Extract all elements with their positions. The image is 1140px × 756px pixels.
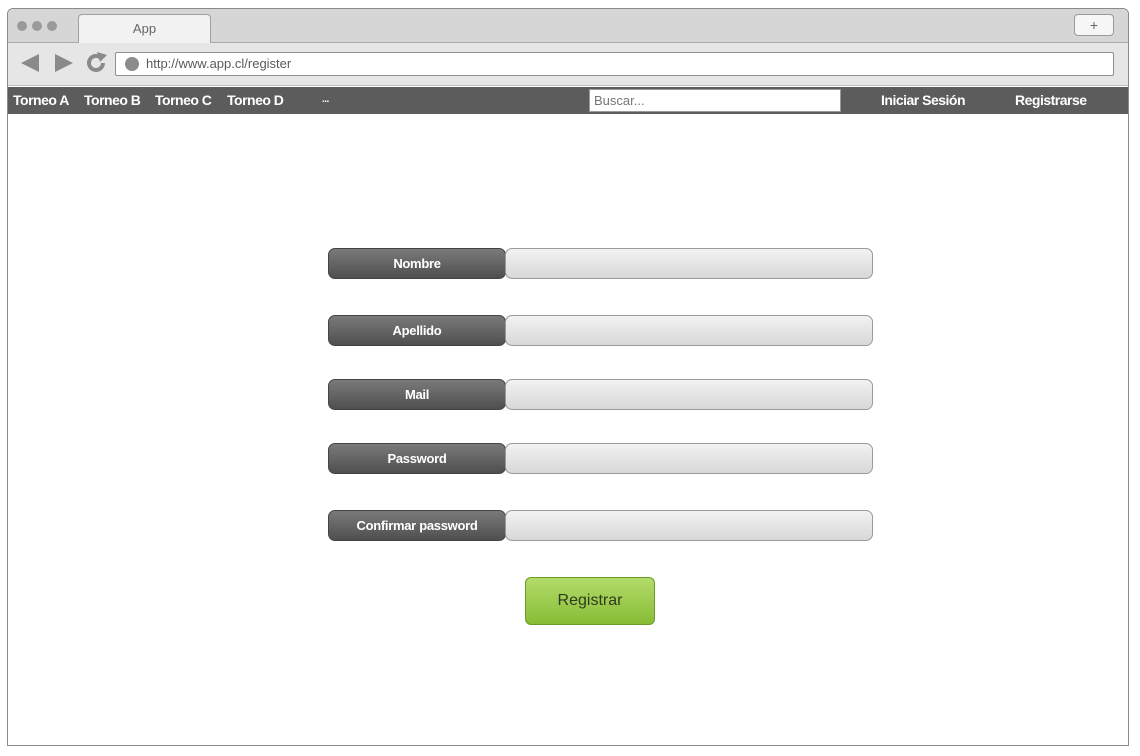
confirm-password-label: Confirmar password bbox=[328, 510, 506, 541]
apellido-label: Apellido bbox=[328, 315, 506, 346]
nombre-field[interactable] bbox=[505, 248, 873, 279]
password-label: Password bbox=[328, 443, 506, 474]
password-field[interactable] bbox=[505, 443, 873, 474]
register-link[interactable]: Registrarse bbox=[1015, 87, 1087, 114]
url-text: http://www.app.cl/register bbox=[146, 56, 292, 71]
reload-icon[interactable] bbox=[85, 52, 107, 74]
browser-titlebar: App + bbox=[8, 9, 1128, 43]
mail-field[interactable] bbox=[505, 379, 873, 410]
register-submit-button[interactable]: Registrar bbox=[525, 577, 655, 625]
menu-item-torneo-d[interactable]: Torneo D bbox=[227, 87, 284, 114]
browser-tab[interactable]: App bbox=[78, 14, 211, 43]
url-status-icon bbox=[125, 57, 139, 71]
menu-item-torneo-a[interactable]: Torneo A bbox=[13, 87, 69, 114]
back-arrow-icon[interactable] bbox=[19, 52, 41, 74]
address-bar: http://www.app.cl/register bbox=[8, 43, 1128, 86]
confirm-password-field[interactable] bbox=[505, 510, 873, 541]
login-link[interactable]: Iniciar Sesión bbox=[881, 87, 966, 114]
apellido-field[interactable] bbox=[505, 315, 873, 346]
window-control-icon[interactable] bbox=[17, 21, 27, 31]
browser-window: App + http://www.app.cl/register Torneo … bbox=[7, 8, 1129, 746]
nombre-label: Nombre bbox=[328, 248, 506, 279]
forward-arrow-icon[interactable] bbox=[53, 52, 75, 74]
window-control-icon[interactable] bbox=[32, 21, 42, 31]
search-input[interactable] bbox=[589, 89, 841, 112]
url-field[interactable]: http://www.app.cl/register bbox=[115, 52, 1114, 76]
site-menubar: Torneo A Torneo B Torneo C Torneo D ... … bbox=[8, 87, 1128, 114]
window-control-icon[interactable] bbox=[47, 21, 57, 31]
menu-item-torneo-b[interactable]: Torneo B bbox=[84, 87, 141, 114]
new-tab-button[interactable]: + bbox=[1074, 14, 1114, 36]
menu-item-more[interactable]: ... bbox=[322, 87, 329, 114]
mail-label: Mail bbox=[328, 379, 506, 410]
menu-item-torneo-c[interactable]: Torneo C bbox=[155, 87, 212, 114]
